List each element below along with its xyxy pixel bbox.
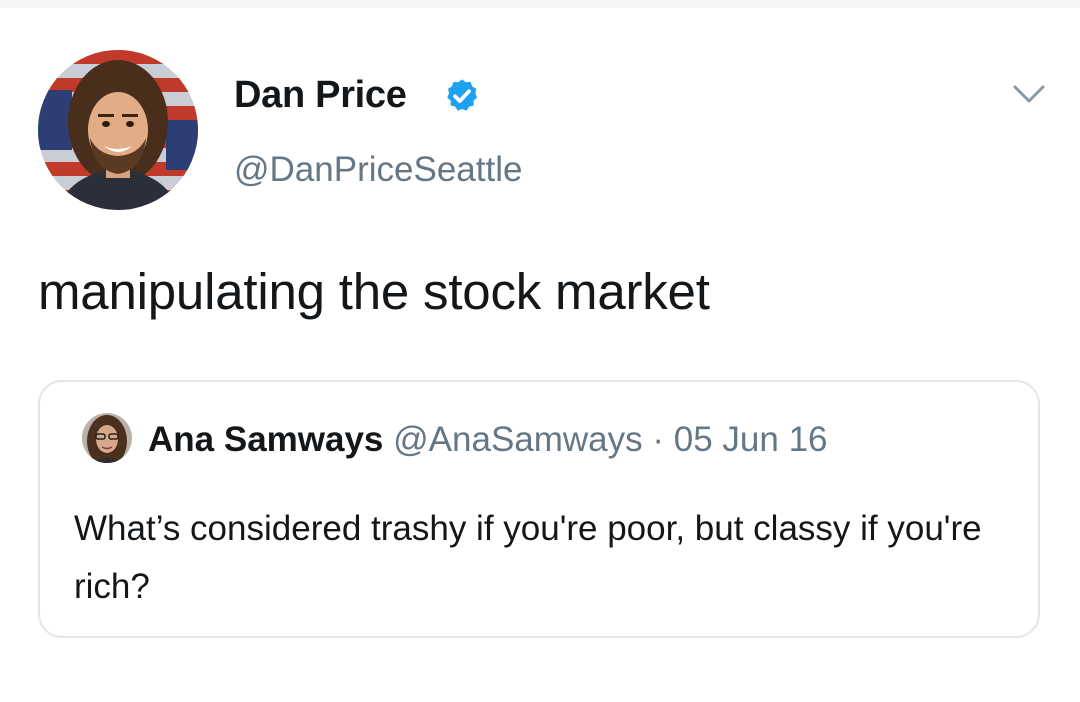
tweet: Dan Price @DanPriceSeattle manipulating … (0, 0, 1080, 702)
quoted-tweet-header: Ana Samways @AnaSamways · 05 Jun 16 (148, 420, 828, 460)
author-handle[interactable]: @DanPriceSeattle (234, 150, 522, 190)
quoted-author-avatar (82, 413, 132, 463)
chevron-down-icon[interactable] (1012, 82, 1046, 106)
quoted-author-name[interactable]: Ana Samways (148, 420, 383, 459)
tweet-text: manipulating the stock market (38, 263, 710, 320)
author-name[interactable]: Dan Price (234, 74, 407, 117)
verified-badge-icon (447, 79, 478, 111)
author-avatar[interactable] (38, 50, 198, 210)
quoted-tweet-card[interactable]: Ana Samways @AnaSamways · 05 Jun 16 What… (38, 380, 1040, 638)
quoted-tweet-text: What’s considered trashy if you're poor,… (74, 509, 982, 606)
quoted-tweet-date[interactable]: 05 Jun 16 (674, 420, 828, 459)
quoted-author-handle[interactable]: @AnaSamways (393, 420, 643, 459)
meta-separator: · (642, 420, 674, 459)
